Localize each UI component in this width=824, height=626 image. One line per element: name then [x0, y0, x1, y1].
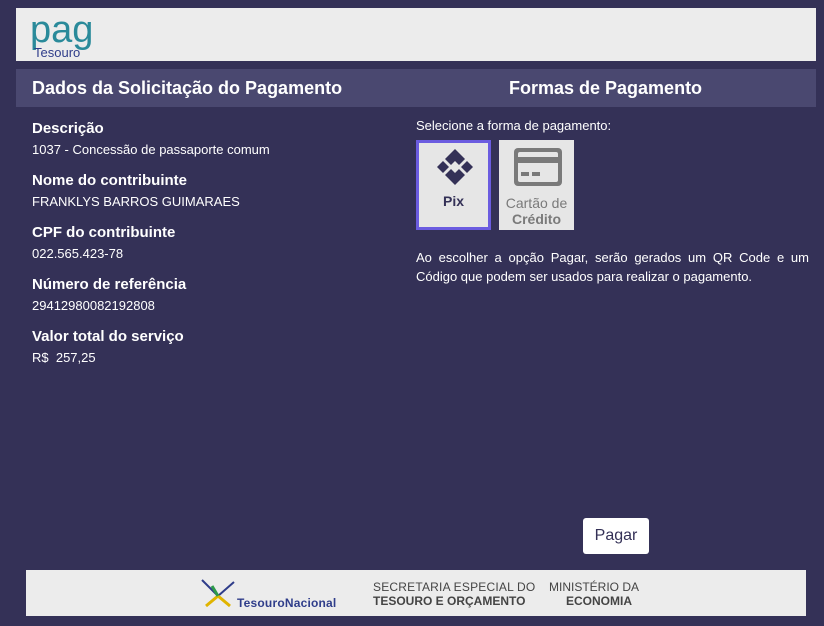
field-description: Descrição 1037 - Concessão de passaporte… [32, 120, 392, 158]
pix-label: Pix [442, 193, 464, 209]
field-reference-number: Número de referência 29412980082192808 [32, 276, 392, 314]
field-value: 1037 - Concessão de passaporte comum [32, 142, 270, 157]
pag-tesouro-logo: pag Tesouro [30, 10, 93, 60]
credit-card-label-line2: Crédito [512, 211, 561, 227]
request-data-title: Dados da Solicitação do Pagamento [32, 78, 343, 98]
payment-methods-title: Formas de Pagamento [509, 78, 703, 98]
section-header-bar: Dados da Solicitação do Pagamento Formas… [16, 69, 816, 107]
select-payment-label: Selecione a forma de pagamento: [416, 118, 612, 133]
secretaria-line2: TESOURO E ORÇAMENTO [373, 594, 526, 608]
field-value: 022.565.423-78 [32, 246, 124, 261]
field-label: Valor total do serviço [32, 328, 184, 345]
svg-text:Tesouro: Tesouro [34, 45, 80, 60]
field-taxpayer-name: Nome do contribuinte FRANKLYS BARROS GUI… [32, 172, 392, 210]
pix-icon [437, 149, 473, 185]
ministerio-line2: ECONOMIA [566, 594, 632, 608]
pay-button[interactable]: Pagar [583, 518, 649, 554]
field-value: R$ 257,25 [32, 350, 96, 365]
payment-info-text: Ao escolher a opção Pagar, serão gerados… [416, 250, 809, 284]
request-details: Descrição 1037 - Concessão de passaporte… [32, 120, 392, 380]
secretaria-line1: SECRETARIA ESPECIAL DO [373, 580, 536, 594]
payment-option-credit-card[interactable]: Cartão de Crédito [499, 140, 574, 230]
ministerio-line1: MINISTÉRIO DA [549, 580, 640, 594]
tesouro-nacional-text: TesouroNacional [237, 596, 337, 610]
credit-card-label-line1: Cartão de [505, 195, 568, 211]
payment-options: Pix Cartão de Crédito [416, 140, 616, 230]
field-label: CPF do contribuinte [32, 224, 176, 241]
field-value: 29412980082192808 [32, 298, 155, 313]
field-value: FRANKLYS BARROS GUIMARAES [32, 194, 240, 209]
payment-methods: Selecione a forma de pagamento: Pix Cart… [416, 118, 809, 284]
field-cpf: CPF do contribuinte 022.565.423-78 [32, 224, 392, 262]
credit-card-icon [514, 148, 562, 186]
tesouro-nacional-logo [201, 579, 235, 608]
top-bar: pag Tesouro [16, 8, 816, 61]
footer: TesouroNacional SECRETARIA ESPECIAL DO T… [26, 570, 806, 616]
field-total-value: Valor total do serviço R$ 257,25 [32, 328, 392, 366]
payment-option-pix[interactable]: Pix [416, 140, 491, 230]
field-label: Nome do contribuinte [32, 172, 187, 189]
field-label: Descrição [32, 120, 104, 137]
field-label: Número de referência [32, 276, 187, 293]
